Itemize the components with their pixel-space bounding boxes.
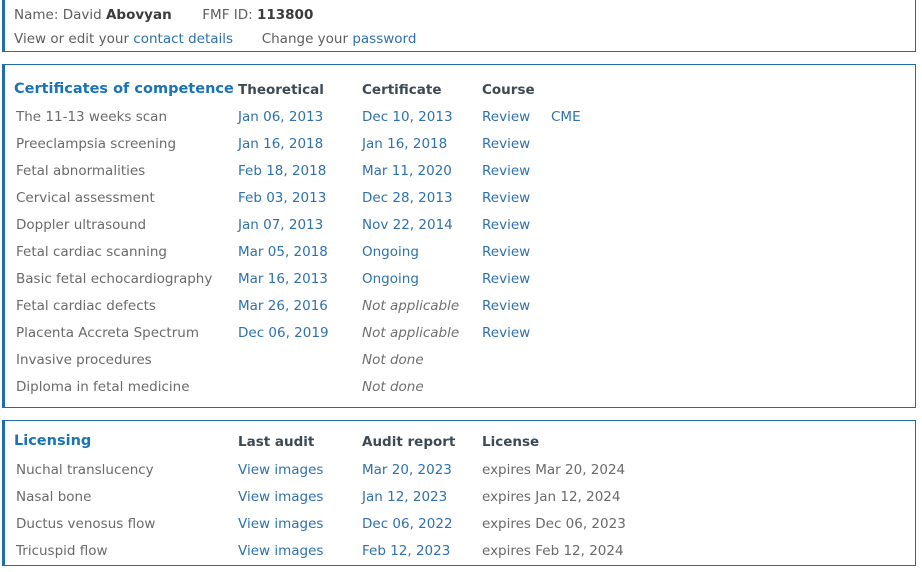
certificates-column-course: Course — [482, 82, 535, 98]
certificates-column-theoretical: Theoretical — [238, 82, 324, 98]
certificate-row-theoretical[interactable]: Feb 03, 2013 — [238, 190, 326, 206]
name-label: Name: — [14, 7, 59, 23]
fmf-id-value: 113800 — [256, 7, 314, 23]
licensing-row-audit-report[interactable]: Mar 20, 2023 — [362, 462, 452, 478]
certificate-row-name: The 11-13 weeks scan — [16, 109, 167, 125]
licensing-row-last-audit[interactable]: View images — [238, 543, 323, 559]
certificates-panel: Certificates of competence Theoretical C… — [2, 64, 916, 408]
licensing-row-license: expires Mar 20, 2024 — [482, 462, 626, 478]
change-password-prefix: Change your — [261, 31, 349, 47]
licensing-row-name: Nasal bone — [16, 489, 92, 505]
licensing-row-audit-report[interactable]: Dec 06, 2022 — [362, 516, 453, 532]
certificate-row-name: Basic fetal echocardiography — [16, 271, 213, 287]
certificate-row-course[interactable]: Review — [482, 325, 530, 341]
licensing-row-license: expires Dec 06, 2023 — [482, 516, 626, 532]
certificate-row-course[interactable]: Review — [482, 109, 530, 125]
licensing-row-license: expires Jan 12, 2024 — [482, 489, 621, 505]
contact-details-link[interactable]: contact details — [133, 31, 233, 47]
licensing-panel: Licensing Last audit Audit report Licens… — [2, 420, 916, 566]
certificate-row-name: Doppler ultrasound — [16, 217, 147, 233]
licensing-row-name: Ductus venosus flow — [16, 516, 156, 532]
certificate-row-certificate[interactable]: Ongoing — [362, 271, 419, 287]
certificate-row-certificate[interactable]: Dec 10, 2013 — [362, 109, 453, 125]
certificate-row-certificate: Not done — [362, 379, 424, 395]
certificate-row-certificate[interactable]: Mar 11, 2020 — [362, 163, 452, 179]
certificate-row-certificate[interactable]: Ongoing — [362, 244, 419, 260]
first-name: David — [62, 7, 102, 23]
last-name: Abovyan — [105, 7, 172, 23]
certificate-row-theoretical[interactable]: Mar 26, 2016 — [238, 298, 328, 314]
certificate-row-certificate[interactable]: Jan 16, 2018 — [362, 136, 447, 152]
certificate-row-course[interactable]: Review — [482, 244, 530, 260]
certificate-row-certificate: Not applicable — [362, 325, 460, 341]
certificates-column-certificate: Certificate — [362, 82, 442, 98]
certificate-row-name: Cervical assessment — [16, 190, 155, 206]
licensing-title: Licensing — [14, 433, 92, 449]
certificate-row-theoretical[interactable]: Jan 16, 2018 — [238, 136, 323, 152]
licensing-row-audit-report[interactable]: Feb 12, 2023 — [362, 543, 450, 559]
licensing-row-name: Tricuspid flow — [16, 543, 108, 559]
certificate-row-course[interactable]: Review — [482, 136, 530, 152]
certificate-row-name: Preeclampsia screening — [16, 136, 177, 152]
certificate-row-theoretical[interactable]: Jan 06, 2013 — [238, 109, 323, 125]
licensing-row-license: expires Feb 12, 2024 — [482, 543, 624, 559]
profile-page: Name: David Abovyan FMF ID: 113800 View … — [0, 0, 922, 572]
certificate-row-theoretical[interactable]: Feb 18, 2018 — [238, 163, 326, 179]
certificate-row-course[interactable]: Review — [482, 298, 530, 314]
profile-actions-line: View or edit your contact details Change… — [14, 31, 416, 47]
certificate-row-course[interactable]: Review — [482, 190, 530, 206]
licensing-row-audit-report[interactable]: Jan 12, 2023 — [362, 489, 447, 505]
certificate-row-theoretical[interactable]: Mar 16, 2013 — [238, 271, 328, 287]
certificate-row-name: Fetal abnormalities — [16, 163, 146, 179]
certificate-row-certificate[interactable]: Dec 28, 2013 — [362, 190, 453, 206]
certificate-row-name: Fetal cardiac scanning — [16, 244, 167, 260]
certificate-row-name: Invasive procedures — [16, 352, 152, 368]
certificate-row-theoretical[interactable]: Dec 06, 2019 — [238, 325, 329, 341]
fmf-id-label: FMF ID: — [202, 7, 253, 23]
certificate-row-certificate: Not applicable — [362, 298, 460, 314]
certificate-row-name: Placenta Accreta Spectrum — [16, 325, 199, 341]
certificate-row-theoretical[interactable]: Jan 07, 2013 — [238, 217, 323, 233]
certificate-row-name: Fetal cardiac defects — [16, 298, 156, 314]
certificate-row-certificate[interactable]: Nov 22, 2014 — [362, 217, 453, 233]
profile-summary-panel: Name: David Abovyan FMF ID: 113800 View … — [2, 0, 916, 52]
licensing-column-license: License — [482, 434, 540, 450]
password-link[interactable]: password — [352, 31, 416, 47]
certificate-row-course[interactable]: Review — [482, 217, 530, 233]
certificate-row-course[interactable]: Review — [482, 163, 530, 179]
licensing-row-last-audit[interactable]: View images — [238, 489, 323, 505]
view-edit-prefix: View or edit your — [14, 31, 129, 47]
licensing-column-audit-report: Audit report — [362, 434, 456, 450]
licensing-row-last-audit[interactable]: View images — [238, 516, 323, 532]
certificate-row-theoretical[interactable]: Mar 05, 2018 — [238, 244, 328, 260]
certificate-row-course[interactable]: Review — [482, 271, 530, 287]
licensing-row-name: Nuchal translucency — [16, 462, 154, 478]
profile-identity-line: Name: David Abovyan FMF ID: 113800 — [14, 7, 313, 23]
certificate-row-name: Diploma in fetal medicine — [16, 379, 190, 395]
certificates-title: Certificates of competence — [14, 81, 234, 97]
licensing-row-last-audit[interactable]: View images — [238, 462, 323, 478]
certificate-row-certificate: Not done — [362, 352, 424, 368]
certificate-row-cme[interactable]: CME — [551, 109, 581, 125]
licensing-column-last-audit: Last audit — [238, 434, 315, 450]
